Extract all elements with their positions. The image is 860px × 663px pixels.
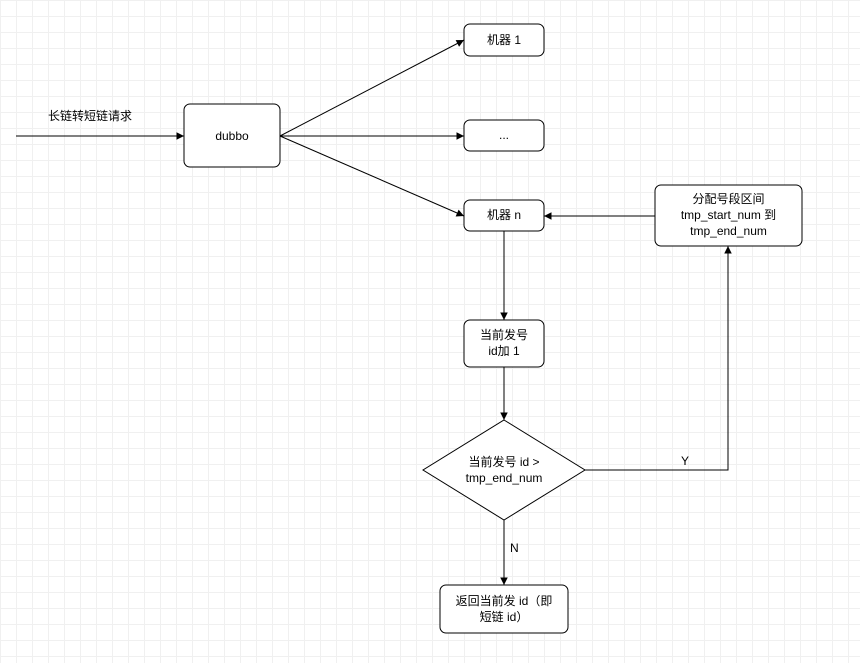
edge-label-yes: Y (675, 453, 695, 469)
label-decision: 当前发号 id > tmp_end_num (423, 454, 585, 486)
edge-dubbo-to-m1 (280, 40, 464, 136)
flowchart-svg (0, 0, 860, 663)
label-increment-id: 当前发号 id加 1 (464, 327, 544, 359)
edge-decision-yes (585, 246, 728, 470)
label-dubbo: dubbo (184, 128, 280, 144)
label-machine-n: 机器 n (464, 207, 544, 223)
label-ellipsis: ... (464, 127, 544, 143)
label-return-id: 返回当前发 id（即 短链 id） (440, 593, 568, 625)
label-request: 长链转短链请求 (40, 108, 140, 124)
edge-label-no: N (510, 540, 530, 556)
label-machine-1: 机器 1 (464, 32, 544, 48)
edge-dubbo-to-mn (280, 136, 464, 216)
label-allocate-range: 分配号段区间 tmp_start_num 到 tmp_end_num (655, 191, 802, 240)
